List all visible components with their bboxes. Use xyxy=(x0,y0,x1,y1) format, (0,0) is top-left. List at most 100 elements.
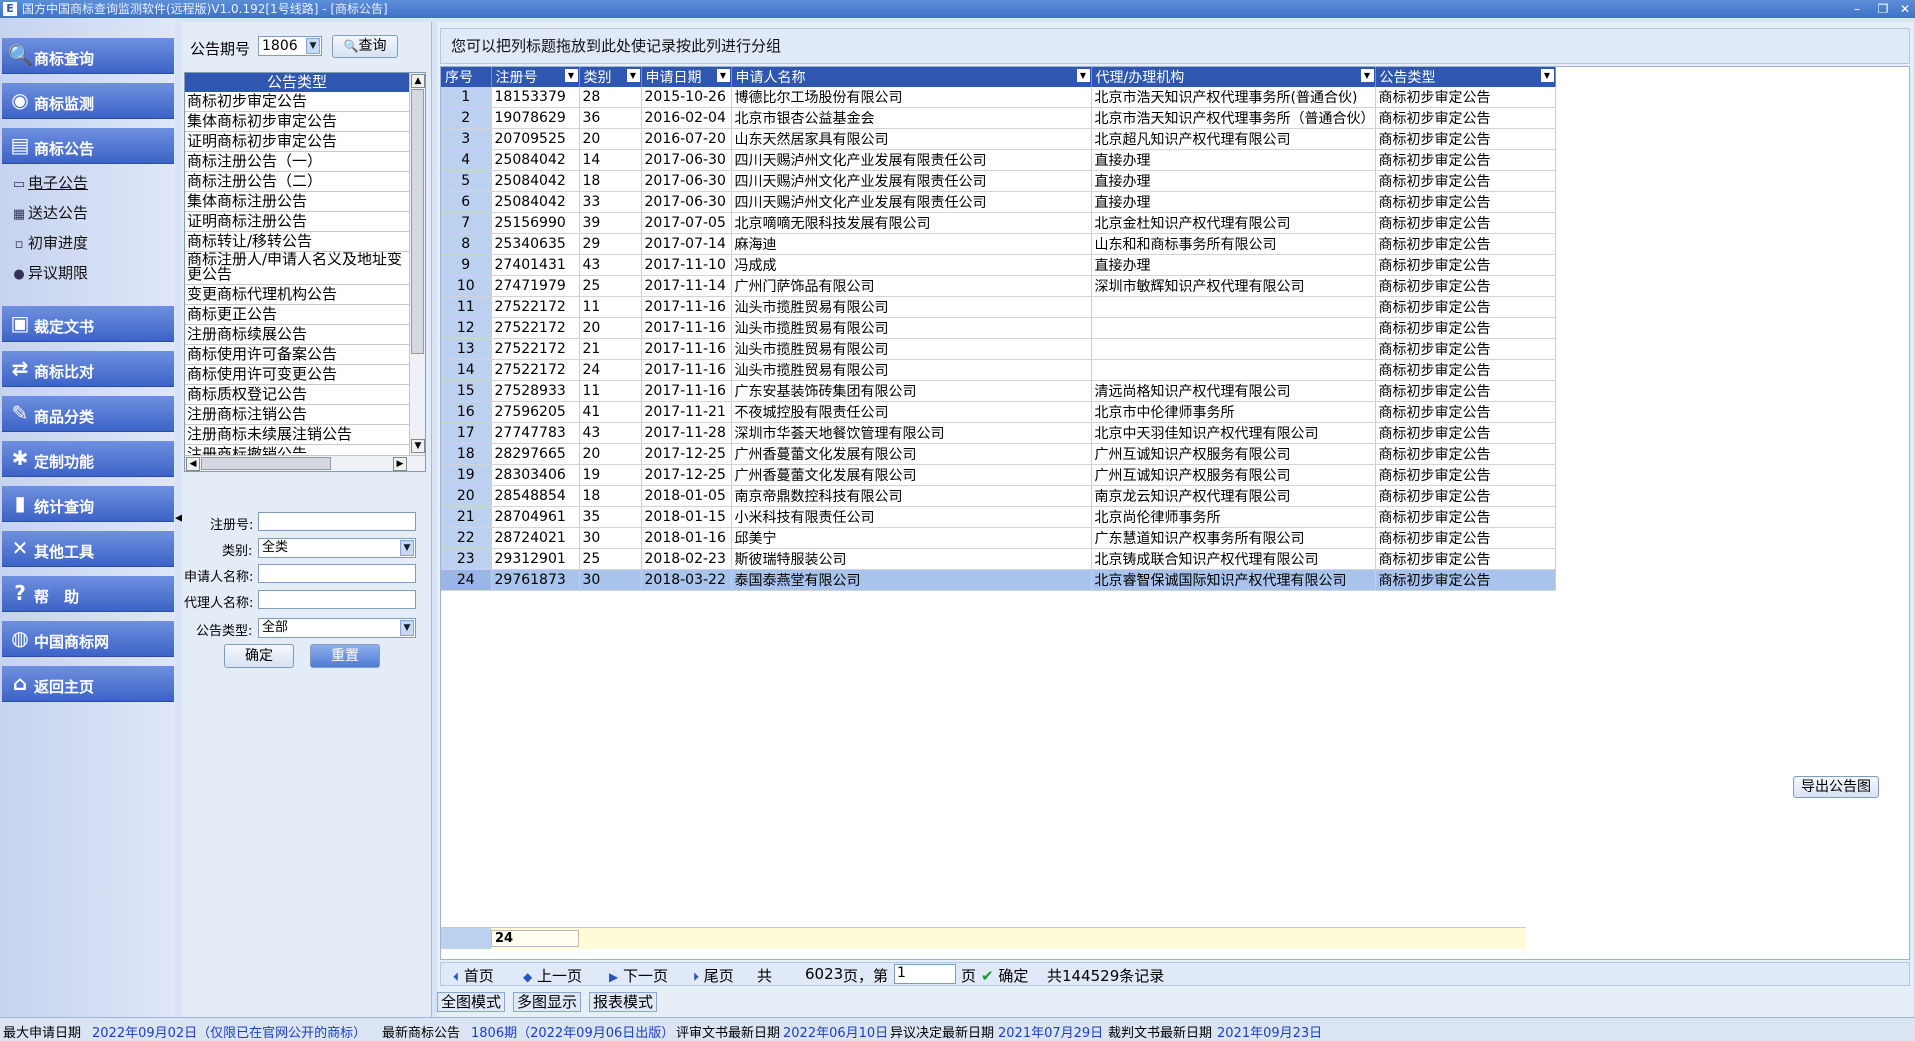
row-seq-cell[interactable]: 4 xyxy=(441,149,492,171)
table-row[interactable]: 15 27528933 11 2017-11-16 广东安基装饰砖集团有限公司 清远尚格知… xyxy=(441,380,1556,402)
notice-type-cell[interactable]: 商标初步审定公告 xyxy=(1375,548,1556,570)
class-cell[interactable]: 36 xyxy=(579,107,642,129)
filter-dropdown-icon[interactable]: ▼ xyxy=(626,69,640,82)
agent-cell[interactable]: 广州互诚知识产权服务有限公司 xyxy=(1091,464,1376,486)
applicant-cell[interactable]: 广州香蔓蕾文化发展有限公司 xyxy=(731,443,1092,465)
applicant-cell[interactable]: 麻海迪 xyxy=(731,233,1092,255)
agent-cell[interactable]: 直接办理 xyxy=(1091,149,1376,171)
table-row[interactable]: 22 28724021 30 2018-01-16 邱美宁 广东慧道知识产权事务所有限公司… xyxy=(441,527,1556,549)
next-page-button[interactable]: ▶ 下一页 xyxy=(609,965,668,986)
reset-button[interactable]: 重置 xyxy=(310,644,380,668)
table-row[interactable]: 10 27471979 25 2017-11-14 广州门萨饰品有限公司 深圳市敏辉知识产… xyxy=(441,275,1556,297)
app-date-cell[interactable]: 2016-07-20 xyxy=(641,128,732,150)
row-seq-cell[interactable]: 19 xyxy=(441,464,492,486)
reg-no-cell[interactable]: 25156990 xyxy=(491,212,580,234)
nav-trademark-compare[interactable]: ⇄ 商标比对 xyxy=(2,351,174,387)
class-cell[interactable]: 30 xyxy=(579,569,642,591)
row-seq-cell[interactable]: 5 xyxy=(441,170,492,192)
agent-cell[interactable]: 深圳市敏辉知识产权代理有限公司 xyxy=(1091,275,1376,297)
notice-type-cell[interactable]: 商标初步审定公告 xyxy=(1375,380,1556,402)
agent-cell[interactable]: 直接办理 xyxy=(1091,254,1376,276)
app-date-cell[interactable]: 2017-11-16 xyxy=(641,296,732,318)
applicant-cell[interactable]: 广州香蔓蕾文化发展有限公司 xyxy=(731,464,1092,486)
row-seq-cell[interactable]: 16 xyxy=(441,401,492,423)
row-seq-cell[interactable]: 7 xyxy=(441,212,492,234)
subitem-objection-deadline[interactable]: ● 异议期限 xyxy=(10,261,88,285)
nav-return-home[interactable]: ⌂ 返回主页 xyxy=(2,666,174,702)
nav-statistics[interactable]: ▮ 统计查询 xyxy=(2,486,174,522)
list-item[interactable]: 集体商标注册公告 xyxy=(185,192,409,212)
table-row[interactable]: 16 27596205 41 2017-11-21 不夜城控股有限责任公司 北京市中伦律师… xyxy=(441,401,1556,423)
reg-no-cell[interactable]: 27401431 xyxy=(491,254,580,276)
row-seq-cell[interactable]: 14 xyxy=(441,359,492,381)
query-button[interactable]: 🔍查询 xyxy=(332,35,398,58)
class-cell[interactable]: 11 xyxy=(579,296,642,318)
filter-dropdown-icon[interactable]: ▼ xyxy=(1540,69,1554,82)
first-page-button[interactable]: ⏴ 首页 xyxy=(453,965,494,986)
table-row[interactable]: 11 27522172 11 2017-11-16 汕头市揽胜贸易有限公司 商标初步审定公… xyxy=(441,296,1556,318)
row-seq-cell[interactable]: 12 xyxy=(441,317,492,339)
applicant-cell[interactable]: 汕头市揽胜贸易有限公司 xyxy=(731,338,1092,360)
reg-no-cell[interactable]: 28704961 xyxy=(491,506,580,528)
agent-cell[interactable] xyxy=(1091,317,1376,339)
app-date-cell[interactable]: 2017-06-30 xyxy=(641,170,732,192)
agent-cell[interactable] xyxy=(1091,338,1376,360)
row-seq-cell[interactable]: 15 xyxy=(441,380,492,402)
table-row[interactable]: 23 29312901 25 2018-02-23 斯彼瑞特服装公司 北京铸成联合知识产权… xyxy=(441,548,1556,570)
last-page-button[interactable]: ⏵ 尾页 xyxy=(693,965,734,986)
table-row[interactable]: 21 28704961 35 2018-01-15 小米科技有限责任公司 北京尚伦律师事务… xyxy=(441,506,1556,528)
list-item[interactable]: 注册商标未续展注销公告 xyxy=(185,425,409,445)
row-seq-cell[interactable]: 22 xyxy=(441,527,492,549)
notice-type-cell[interactable]: 商标初步审定公告 xyxy=(1375,275,1556,297)
notice-type-cell[interactable]: 商标初步审定公告 xyxy=(1375,506,1556,528)
class-cell[interactable]: 20 xyxy=(579,443,642,465)
scroll-down-icon[interactable]: ▼ xyxy=(411,439,425,453)
reg-no-cell[interactable]: 27522172 xyxy=(491,338,580,360)
applicant-cell[interactable]: 汕头市揽胜贸易有限公司 xyxy=(731,317,1092,339)
row-seq-cell[interactable]: 10 xyxy=(441,275,492,297)
list-item[interactable]: 注册商标注销公告 xyxy=(185,405,409,425)
applicant-cell[interactable]: 小米科技有限责任公司 xyxy=(731,506,1092,528)
class-cell[interactable]: 14 xyxy=(579,149,642,171)
notice-type-cell[interactable]: 商标初步审定公告 xyxy=(1375,296,1556,318)
list-item[interactable]: 商标初步审定公告 xyxy=(185,92,409,112)
agent-cell[interactable]: 北京市浩天知识产权代理事务所（普通合伙） xyxy=(1091,107,1376,129)
applicant-cell[interactable]: 深圳市华荟天地餐饮管理有限公司 xyxy=(731,422,1092,444)
class-cell[interactable]: 20 xyxy=(579,317,642,339)
reg-no-cell[interactable]: 29312901 xyxy=(491,548,580,570)
applicant-cell[interactable]: 四川天赐泸州文化产业发展有限责任公司 xyxy=(731,191,1092,213)
filter-dropdown-icon[interactable]: ▼ xyxy=(1076,69,1090,82)
class-cell[interactable]: 11 xyxy=(579,380,642,402)
class-cell[interactable]: 28 xyxy=(579,87,642,108)
close-icon[interactable]: ✕ xyxy=(1896,1,1914,17)
reg-no-cell[interactable]: 29761873 xyxy=(491,569,580,591)
app-date-cell[interactable]: 2017-07-14 xyxy=(641,233,732,255)
scroll-left-icon[interactable]: ◀ xyxy=(186,457,200,471)
notice-type-cell[interactable]: 商标初步审定公告 xyxy=(1375,569,1556,591)
app-date-cell[interactable]: 2018-03-22 xyxy=(641,569,732,591)
notice-type-cell[interactable]: 商标初步审定公告 xyxy=(1375,254,1556,276)
class-cell[interactable]: 35 xyxy=(579,506,642,528)
nav-other-tools[interactable]: ✕ 其他工具 xyxy=(2,531,174,567)
table-row[interactable]: 12 27522172 20 2017-11-16 汕头市揽胜贸易有限公司 商标初步审定公… xyxy=(441,317,1556,339)
reg-no-cell[interactable]: 25084042 xyxy=(491,170,580,192)
agent-input[interactable] xyxy=(258,590,416,609)
notice-type-cell[interactable]: 商标初步审定公告 xyxy=(1375,401,1556,423)
agent-cell[interactable]: 北京尚伦律师事务所 xyxy=(1091,506,1376,528)
row-seq-cell[interactable]: 9 xyxy=(441,254,492,276)
app-date-cell[interactable]: 2017-11-21 xyxy=(641,401,732,423)
reg-no-cell[interactable]: 27522172 xyxy=(491,317,580,339)
reg-no-cell[interactable]: 27522172 xyxy=(491,359,580,381)
app-date-cell[interactable]: 2016-02-04 xyxy=(641,107,732,129)
table-row[interactable]: 1 18153379 28 2015-10-26 博德比尔工场股份有限公司 北京市浩天知识… xyxy=(441,87,1556,108)
reg-no-cell[interactable]: 28548854 xyxy=(491,485,580,507)
app-date-cell[interactable]: 2017-12-25 xyxy=(641,443,732,465)
subitem-e-notice[interactable]: ▭ 电子公告 xyxy=(10,171,88,195)
applicant-cell[interactable]: 汕头市揽胜贸易有限公司 xyxy=(731,296,1092,318)
app-date-cell[interactable]: 2017-11-16 xyxy=(641,338,732,360)
agent-cell[interactable]: 直接办理 xyxy=(1091,170,1376,192)
goto-page-button[interactable]: ✔ 确定 xyxy=(981,965,1028,986)
agent-cell[interactable] xyxy=(1091,359,1376,381)
notice-type-cell[interactable]: 商标初步审定公告 xyxy=(1375,233,1556,255)
row-seq-cell[interactable]: 3 xyxy=(441,128,492,150)
